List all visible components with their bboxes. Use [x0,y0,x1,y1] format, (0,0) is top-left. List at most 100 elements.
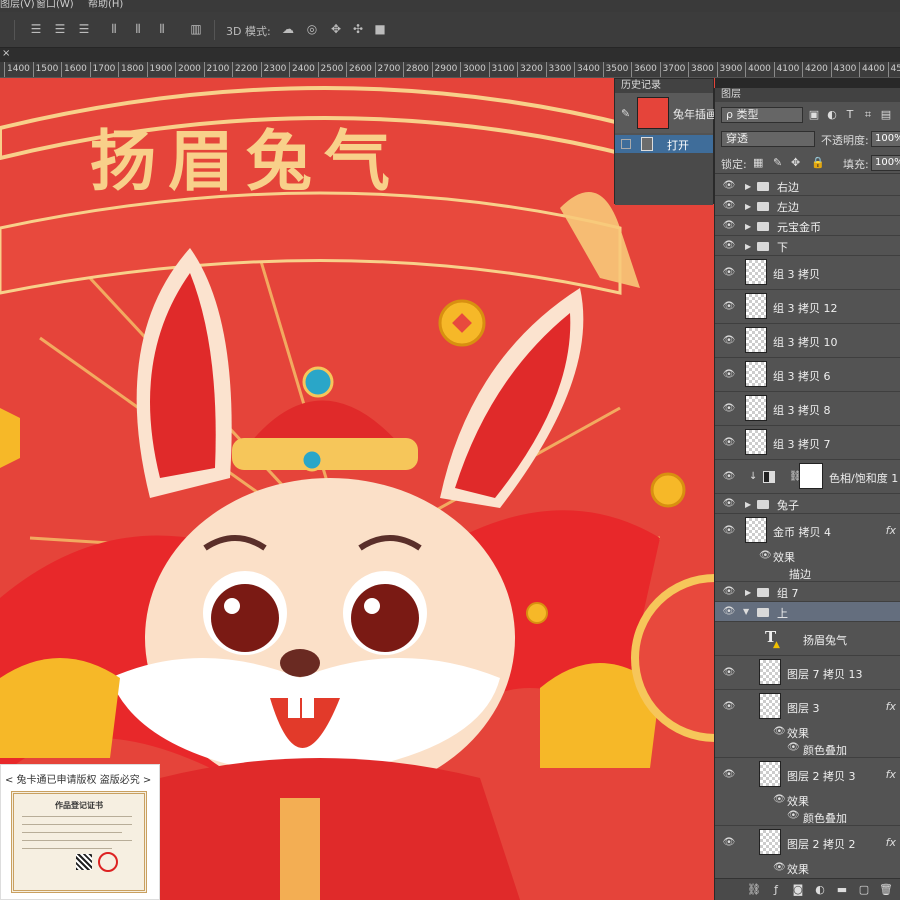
visibility-eye-icon[interactable]: 👁 [722,403,736,414]
layer-row[interactable]: 👁 金币 拷贝 4 fx [715,514,900,548]
layer-row[interactable]: 👁 组 3 拷贝 8 [715,392,900,426]
layer-row[interactable]: 👁 组 3 拷贝 10 [715,324,900,358]
3d-orbit-icon[interactable]: ☁ [280,22,296,36]
visibility-eye-icon[interactable]: 👁 [722,267,736,278]
visibility-eye-icon[interactable]: 👁 [773,726,786,737]
visibility-eye-icon[interactable]: 👁 [773,862,786,873]
new-group-icon[interactable]: ▬ [835,883,849,897]
fill-input[interactable]: 100% [871,155,900,171]
menu-help[interactable]: 帮助(H) [88,0,123,10]
layer-mask-thumbnail[interactable] [799,463,823,489]
layer-row[interactable]: 👁 组 3 拷贝 6 [715,358,900,392]
add-style-icon[interactable]: ƒ [769,883,783,897]
layer-row[interactable]: 👁 ▶ 右边 [715,176,900,196]
effect-row[interactable]: 👁 颜色叠加 [715,740,900,758]
new-layer-icon[interactable]: ▢ [857,883,871,897]
layer-row[interactable]: 👁 ▶ 左边 [715,196,900,216]
effects-row[interactable]: 👁 效果 [715,724,900,740]
layer-row[interactable]: T ▲ 扬眉兔气 [715,622,900,656]
layer-row[interactable]: 👁 组 3 拷贝 7 [715,426,900,460]
visibility-eye-icon[interactable]: 👁 [722,837,736,848]
expand-arrow-icon[interactable]: ▶ [745,500,751,509]
layer-row[interactable]: 👁 组 3 拷贝 12 [715,290,900,324]
visibility-eye-icon[interactable]: 👁 [722,335,736,346]
3d-pan-icon[interactable]: ✥ [328,22,344,36]
visibility-eye-icon[interactable]: 👁 [787,810,800,821]
effects-row[interactable]: 👁 效果 [715,860,900,876]
layer-row[interactable]: 👁 ▶ 兔子 [715,494,900,514]
layer-row[interactable]: 👁 ▶ 下 [715,236,900,256]
layer-row[interactable]: 👁 图层 2 拷贝 3 fx [715,758,900,792]
visibility-eye-icon[interactable]: 👁 [722,667,736,678]
history-step-checkbox[interactable] [621,139,631,149]
visibility-eye-icon[interactable]: 👁 [722,471,736,482]
visibility-eye-icon[interactable]: 👁 [722,220,736,231]
history-panel-title[interactable]: 历史记录 [615,79,713,93]
history-snapshot[interactable]: ✎ 兔年插画 7 [615,93,728,133]
align-top-icon[interactable]: ☰ [28,22,44,36]
expand-arrow-icon[interactable]: ▶ [745,588,751,597]
visibility-eye-icon[interactable]: 👁 [722,498,736,509]
expand-arrow-icon[interactable]: ▶ [745,222,751,231]
image-filter-icon[interactable]: ▣ [807,108,821,122]
align-right-icon[interactable]: ⫴ [154,22,170,36]
effects-row[interactable]: 👁 效果 [715,548,900,564]
visibility-eye-icon[interactable]: 👁 [722,200,736,211]
visibility-eye-icon[interactable]: 👁 [722,586,736,597]
lock-transparent-icon[interactable]: ▦ [753,156,763,169]
lock-position-icon[interactable]: ✥ [791,156,800,169]
layer-row[interactable]: 👁 ▶ 组 7 [715,582,900,602]
align-bottom-icon[interactable]: ☰ [76,22,92,36]
expand-arrow-icon[interactable]: ▶ [745,182,751,191]
align-left-icon[interactable]: ⫴ [106,22,122,36]
visibility-eye-icon[interactable]: 👁 [722,180,736,191]
link-layers-icon[interactable]: ⛓ [747,883,761,897]
history-brush-icon[interactable]: ✎ [621,107,630,120]
visibility-eye-icon[interactable]: 👁 [722,369,736,380]
menu-layer[interactable]: 图层(V) [0,0,35,10]
expand-arrow-icon[interactable]: ▶ [745,202,751,211]
lock-all-icon[interactable]: 🔒 [811,156,825,169]
expand-arrow-icon[interactable]: ▶ [745,242,751,251]
layer-row[interactable]: 👁 图层 7 拷贝 13 [715,656,900,690]
visibility-eye-icon[interactable]: 👁 [722,437,736,448]
opacity-input[interactable]: 100% [871,131,900,147]
layer-kind-filter[interactable]: ρ 类型 [721,107,803,123]
smart-object-filter-icon[interactable]: ▤ [879,108,893,122]
layers-panel-title[interactable]: 图层 [715,88,900,102]
effects-row[interactable]: 👁 效果 [715,792,900,808]
delete-layer-icon[interactable]: 🗑 [879,883,893,897]
document-canvas[interactable]: 扬眉兔气 < 兔卡通已申请版权 盗版必究 > 作品登记证书 [0,78,715,900]
lock-paint-icon[interactable]: ✎ [773,156,782,169]
3d-slide-icon[interactable]: ✣ [350,22,366,36]
layer-row[interactable]: 👁 组 3 拷贝 [715,256,900,290]
effect-row[interactable]: 描边 [715,564,900,582]
distribute-icon[interactable]: ▥ [188,22,204,36]
align-hcenter-icon[interactable]: ⫴ [130,22,146,36]
visibility-eye-icon[interactable]: 👁 [722,240,736,251]
layer-row-selected[interactable]: 👁 ▼ 上 [715,602,900,622]
new-adjustment-icon[interactable]: ◐ [813,883,827,897]
visibility-eye-icon[interactable]: 👁 [722,301,736,312]
text-filter-icon[interactable]: T [843,108,857,122]
layer-effects-icon[interactable]: fx [886,524,896,537]
effect-row[interactable]: 👁 颜色叠加 [715,808,900,826]
layer-row[interactable]: 👁 图层 2 拷贝 2 fx [715,826,900,860]
3d-roll-icon[interactable]: ◎ [304,22,320,36]
collapse-arrow-icon[interactable]: ▼ [743,607,749,616]
layer-row[interactable]: 👁 ▶ 元宝金币 [715,216,900,236]
visibility-eye-icon[interactable]: 👁 [722,606,736,617]
layer-effects-icon[interactable]: fx [886,768,896,781]
visibility-eye-icon[interactable]: 👁 [722,769,736,780]
visibility-eye-icon[interactable]: 👁 [759,550,772,561]
menu-window[interactable]: 窗口(W) [36,0,74,10]
shape-filter-icon[interactable]: ⌗ [861,108,875,122]
add-mask-icon[interactable]: ◙ [791,883,805,897]
align-vcenter-icon[interactable]: ☰ [52,22,68,36]
layer-row[interactable]: 👁 图层 3 fx [715,690,900,724]
layer-effects-icon[interactable]: fx [886,836,896,849]
3d-scale-icon[interactable]: ■ [372,22,388,36]
layer-row[interactable]: 👁 ↓ ⛓ 色相/饱和度 1 [715,460,900,494]
adjustment-filter-icon[interactable]: ◐ [825,108,839,122]
blend-mode-select[interactable]: 穿透 [721,131,815,147]
